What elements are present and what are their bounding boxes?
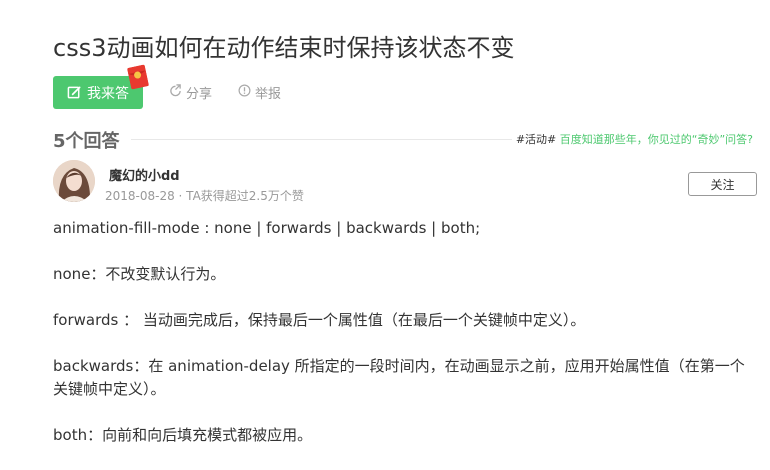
answer-paragraph: animation-fill-mode : none | forwards | … [53,219,481,237]
answer-author: 魔幻的小dd 2018-08-28 · TA获得超过2.5万个赞 关注 [53,160,758,206]
answer-paragraph: none：不改变默认行为。 [53,265,226,283]
share-label: 分享 [186,87,213,102]
follow-button[interactable]: 关注 [688,172,757,196]
report-icon [238,84,251,101]
answer-paragraph: both：向前和向后填充模式都被应用。 [53,426,313,444]
answer-content: animation-fill-mode : none | forwards | … [53,217,758,470]
promo-banner[interactable]: #活动# 百度知道那些年，你见过的“奇妙”问答? [511,131,753,147]
answer-button[interactable]: 我来答 [53,64,149,109]
red-packet-icon [127,64,149,90]
promo-tag: #活动# [515,133,557,146]
share-button[interactable]: 分享 [169,83,212,102]
answer-button-label: 我来答 [87,85,129,102]
edit-icon [67,85,82,100]
answers-header: 5个回答 #活动# 百度知道那些年，你见过的“奇妙”问答? [53,127,753,152]
answers-count: 5个回答 [53,131,120,152]
question-actions: 我来答 分享 举报 [53,64,281,109]
promo-link[interactable]: 百度知道那些年，你见过的“奇妙”问答? [560,133,753,146]
share-icon [169,84,182,101]
report-button[interactable]: 举报 [238,83,281,102]
report-label: 举报 [255,87,282,102]
avatar[interactable] [53,160,95,202]
answer-meta: 2018-08-28 · TA获得超过2.5万个赞 [105,189,304,203]
answer-paragraph: backwards：在 animation-delay 所指定的一段时间内，在动… [53,357,745,398]
answer-paragraph: forwards ： 当动画完成后，保持最后一个属性值（在最后一个关键帧中定义）… [53,311,586,329]
question-title: css3动画如何在动作结束时保持该状态不变 [53,34,515,62]
author-name[interactable]: 魔幻的小dd [109,165,180,184]
